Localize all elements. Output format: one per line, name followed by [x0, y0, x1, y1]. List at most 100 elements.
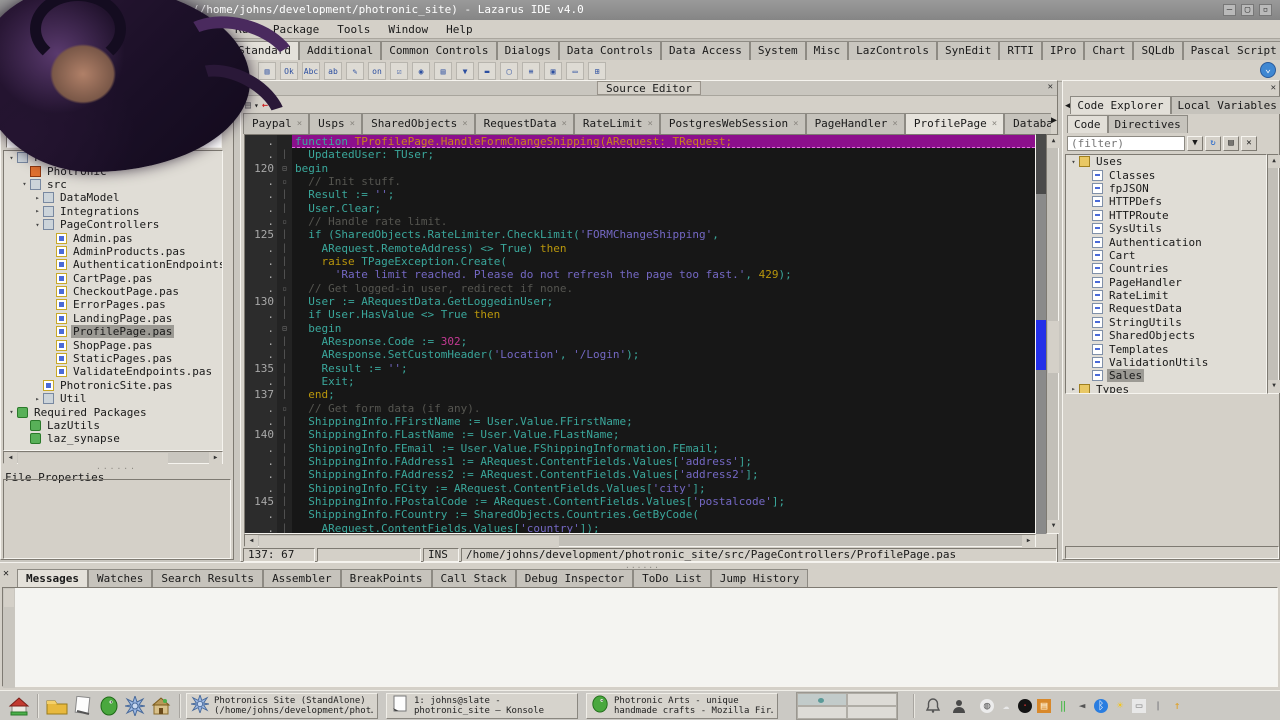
project-item-landingpage-pas[interactable]: LandingPage.pas	[4, 312, 222, 325]
code-line[interactable]: .│ ARequest.RemoteAddress) <> True) then	[245, 242, 1035, 255]
dock-close-icon[interactable]: ✕	[3, 568, 9, 579]
gutter-fold-mark[interactable]: │	[277, 468, 292, 481]
code-line[interactable]: .function TProfilePage.HandleFormChangeS…	[245, 135, 1035, 148]
expand-closed-icon[interactable]: ▸	[1068, 385, 1079, 393]
code-line[interactable]: .│ raise TPageException.Create(	[245, 255, 1035, 268]
scroll-down-icon[interactable]: ▼	[1047, 520, 1060, 533]
palette-tab-common-controls[interactable]: Common Controls	[381, 41, 496, 60]
palette-tab-rtti[interactable]: RTTI	[999, 41, 1042, 60]
palette-tab-pascal-script[interactable]: Pascal Script	[1183, 41, 1280, 60]
code-line[interactable]: 120⊟begin	[245, 162, 1035, 175]
palette-tab-dialogs[interactable]: Dialogs	[497, 41, 559, 60]
expand-open-icon[interactable]: ▾	[6, 154, 17, 162]
project-item-lazutils[interactable]: LazUtils	[4, 419, 222, 432]
editor-tab-profilepage[interactable]: ProfilePage×	[905, 113, 1004, 134]
speaker-tray-icon[interactable]: ◄	[1075, 699, 1089, 713]
explorer-item-httpdefs[interactable]: HTTPDefs	[1066, 195, 1266, 208]
code-line[interactable]: .▫ // Init stuff.	[245, 175, 1035, 188]
dock-tab-assembler[interactable]: Assembler	[263, 569, 341, 587]
editor-tab-sharedobjects[interactable]: SharedObjects×	[362, 113, 475, 134]
editor-vscrollbar[interactable]: ▲ ▼	[1046, 134, 1059, 534]
explorer-subtab-directives[interactable]: Directives	[1108, 115, 1188, 133]
task-button-1[interactable]: Photronics Site (StandAlone)(/home/johns…	[186, 693, 378, 719]
code-line[interactable]: .│ ShippingInfo.FAddress1 := ARequest.Co…	[245, 455, 1035, 468]
brightness-tray-icon[interactable]: ☀	[1113, 699, 1127, 713]
explorer-item-sysutils[interactable]: SysUtils	[1066, 222, 1266, 235]
gutter-fold-mark[interactable]: │	[277, 268, 292, 281]
gutter-fold-mark[interactable]: │	[277, 242, 292, 255]
explorer-item-authentication[interactable]: Authentication	[1066, 235, 1266, 248]
workspace-2[interactable]	[847, 693, 897, 706]
panel-icon[interactable]: ▭	[566, 62, 584, 80]
palette-tab-system[interactable]: System	[750, 41, 806, 60]
palette-tab-lazcontrols[interactable]: LazControls	[848, 41, 937, 60]
gutter-fold-mark[interactable]: ⊟	[277, 322, 292, 335]
cloud-tray-icon[interactable]: ☁	[999, 699, 1013, 713]
code-line[interactable]: .│ ARequest.ContentFields.Values['countr…	[245, 522, 1035, 534]
file-manager-launcher[interactable]	[44, 694, 70, 718]
explorer-filter-input[interactable]	[1067, 136, 1185, 151]
frame-icon[interactable]: ⊞	[588, 62, 606, 80]
refresh-icon[interactable]: ↻	[1205, 136, 1221, 151]
code-line[interactable]: .│ AResponse.Code := 302;	[245, 335, 1035, 348]
gutter-fold-mark[interactable]: ▫	[277, 215, 292, 228]
explorer-item-cart[interactable]: Cart	[1066, 249, 1266, 262]
explorer-vscrollbar[interactable]: ▲ ▼	[1267, 154, 1279, 394]
gutter-fold-mark[interactable]: │	[277, 375, 292, 388]
close-button[interactable]: ▫	[1259, 4, 1272, 16]
project-item-validateendpoints-pas[interactable]: ValidateEndpoints.pas	[4, 365, 222, 378]
code-line[interactable]: .│ ShippingInfo.FEmail := User.Value.FSh…	[245, 442, 1035, 455]
gutter-fold-mark[interactable]: │	[277, 335, 292, 348]
memo-icon[interactable]: ✎	[346, 62, 364, 80]
editor-tab-usps[interactable]: Usps×	[309, 113, 362, 134]
scroll-left-icon[interactable]: ◀	[245, 535, 258, 548]
project-item-pagecontrollers[interactable]: ▾PageControllers	[4, 218, 222, 231]
scroll-thumb[interactable]	[1048, 321, 1059, 373]
editor-tab-ratelimit[interactable]: RateLimit×	[574, 113, 660, 134]
tab-close-icon[interactable]: ×	[892, 119, 897, 129]
homebank-launcher[interactable]	[148, 694, 174, 718]
workspace-1[interactable]	[797, 693, 847, 706]
gutter-fold-mark[interactable]: │	[277, 495, 292, 508]
gutter-fold-mark[interactable]: │	[277, 255, 292, 268]
editor-tab-pagehandler[interactable]: PageHandler×	[806, 113, 905, 134]
gutter-fold-mark[interactable]: │	[277, 295, 292, 308]
code-editor[interactable]: .function TProfilePage.HandleFormChangeS…	[244, 134, 1036, 534]
groupbox-icon[interactable]: ▢	[500, 62, 518, 80]
workspace-pager[interactable]	[796, 692, 898, 720]
editor-tab-requestdata[interactable]: RequestData×	[475, 113, 574, 134]
menu-item-help[interactable]: Help	[437, 22, 482, 37]
expand-open-icon[interactable]: ▾	[1068, 158, 1079, 166]
project-item-util[interactable]: ▸Util	[4, 392, 222, 405]
code-line[interactable]: .│ AResponse.SetCustomHeader('Location',…	[245, 348, 1035, 361]
gutter-fold-mark[interactable]: │	[277, 522, 292, 534]
project-item-laz-synapse[interactable]: laz_synapse	[4, 432, 222, 445]
gutter-fold-mark[interactable]: │	[277, 362, 292, 375]
editor-tab-postgreswebsession[interactable]: PostgresWebSession×	[660, 113, 806, 134]
lazarus-launcher[interactable]	[122, 694, 148, 718]
explorer-item-sharedobjects[interactable]: SharedObjects	[1066, 329, 1266, 342]
explorer-item-uses[interactable]: ▾Uses	[1066, 155, 1266, 168]
code-line[interactable]: .│ User.Clear;	[245, 202, 1035, 215]
code-line[interactable]: .│ 'Rate limit reached. Please do not re…	[245, 268, 1035, 281]
radiogroup-icon[interactable]: ≡	[522, 62, 540, 80]
gutter-fold-mark[interactable]: ⊟	[277, 162, 292, 175]
minimize-button[interactable]: –	[1223, 4, 1236, 16]
explorer-subtab-code[interactable]: Code	[1067, 115, 1108, 133]
editor-hscrollbar[interactable]: ◀ ▶	[244, 534, 1036, 547]
scrollbar-icon[interactable]: ▬	[478, 62, 496, 80]
project-item-photronicsite-pas[interactable]: PhotronicSite.pas	[4, 379, 222, 392]
filter-funnel-icon[interactable]: ▼	[1187, 136, 1203, 151]
task-button-2[interactable]: 1: johns@slate -photronic_site — Konsole	[386, 693, 578, 719]
code-line[interactable]: .│ ShippingInfo.FAddress2 := ARequest.Co…	[245, 468, 1035, 481]
tab-close-icon[interactable]: ×	[793, 119, 798, 129]
expand-closed-icon[interactable]: ▸	[32, 207, 43, 215]
maximize-button[interactable]: ▢	[1241, 4, 1254, 16]
menu-item-window[interactable]: Window	[379, 22, 437, 37]
project-item-cartpage-pas[interactable]: CartPage.pas	[4, 272, 222, 285]
home-button[interactable]	[6, 694, 32, 718]
explorer-item-countries[interactable]: Countries	[1066, 262, 1266, 275]
listbox-icon[interactable]: ▤	[434, 62, 452, 80]
palette-overflow-button[interactable]: ⌄	[1260, 62, 1276, 78]
code-line[interactable]: 135│ Result := '';	[245, 362, 1035, 375]
